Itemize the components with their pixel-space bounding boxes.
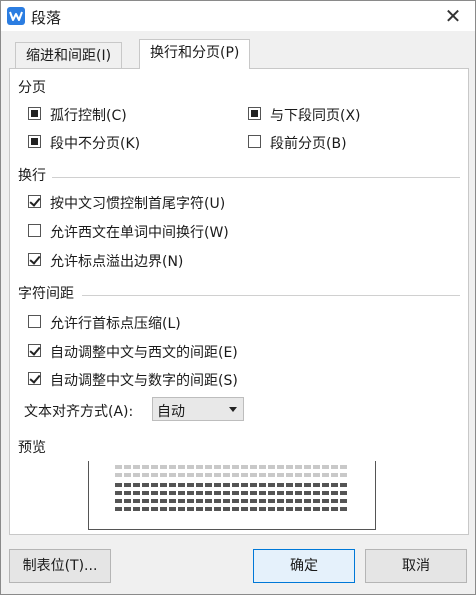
preview-sample-line (115, 507, 349, 511)
preview-sample-line (115, 499, 349, 503)
pagination-heading: 分页 (18, 80, 46, 96)
ok-button[interactable]: 确定 (253, 549, 355, 583)
preview-sample-line (115, 491, 349, 495)
preview-prev-paragraph-line (115, 465, 349, 469)
close-icon[interactable]: ✕ (441, 4, 465, 28)
tab-strip: 缩进和间距(I) 换行和分页(P) (1, 39, 475, 69)
cancel-button[interactable]: 取消 (365, 549, 467, 583)
line-break-heading: 换行 (18, 168, 46, 184)
dialog-title: 段落 (31, 9, 62, 27)
divider (82, 295, 460, 296)
tab-stops-button[interactable]: 制表位(T)... (9, 549, 111, 583)
checkbox-indeterminate-icon (28, 135, 41, 148)
title-bar: 段落 ✕ (1, 1, 475, 31)
tab-line-page-break[interactable]: 换行和分页(P) (139, 39, 251, 69)
paragraph-dialog: 段落 ✕ 缩进和间距(I) 换行和分页(P) 分页 孤行控制(C) 与下段同页(… (0, 0, 476, 595)
checkbox-unchecked-icon (28, 224, 41, 237)
chevron-down-icon (229, 407, 237, 412)
checkbox-unchecked-icon (28, 315, 41, 328)
checkbox-checked-icon (28, 195, 41, 208)
checkbox-indeterminate-icon (28, 107, 41, 120)
checkbox-checked-icon (28, 344, 41, 357)
checkbox-checked-icon (28, 253, 41, 266)
wps-writer-icon (7, 7, 25, 25)
text-alignment-select[interactable]: 自动 (152, 397, 244, 421)
preview-area (88, 461, 376, 530)
tab-panel: 分页 孤行控制(C) 与下段同页(X) 段中不分页(K) 段前分页(B) 换行 … (9, 68, 469, 535)
preview-prev-paragraph-line (115, 473, 349, 477)
preview-heading: 预览 (18, 440, 46, 456)
checkbox-checked-icon (28, 372, 41, 385)
preview-sample-line (115, 483, 349, 487)
text-alignment-label: 文本对齐方式(A): (24, 404, 134, 420)
checkbox-unchecked-icon (248, 135, 261, 148)
char-spacing-heading: 字符间距 (18, 286, 74, 302)
checkbox-indeterminate-icon (248, 107, 261, 120)
divider (52, 177, 460, 178)
tab-indent-spacing[interactable]: 缩进和间距(I) (15, 42, 123, 68)
